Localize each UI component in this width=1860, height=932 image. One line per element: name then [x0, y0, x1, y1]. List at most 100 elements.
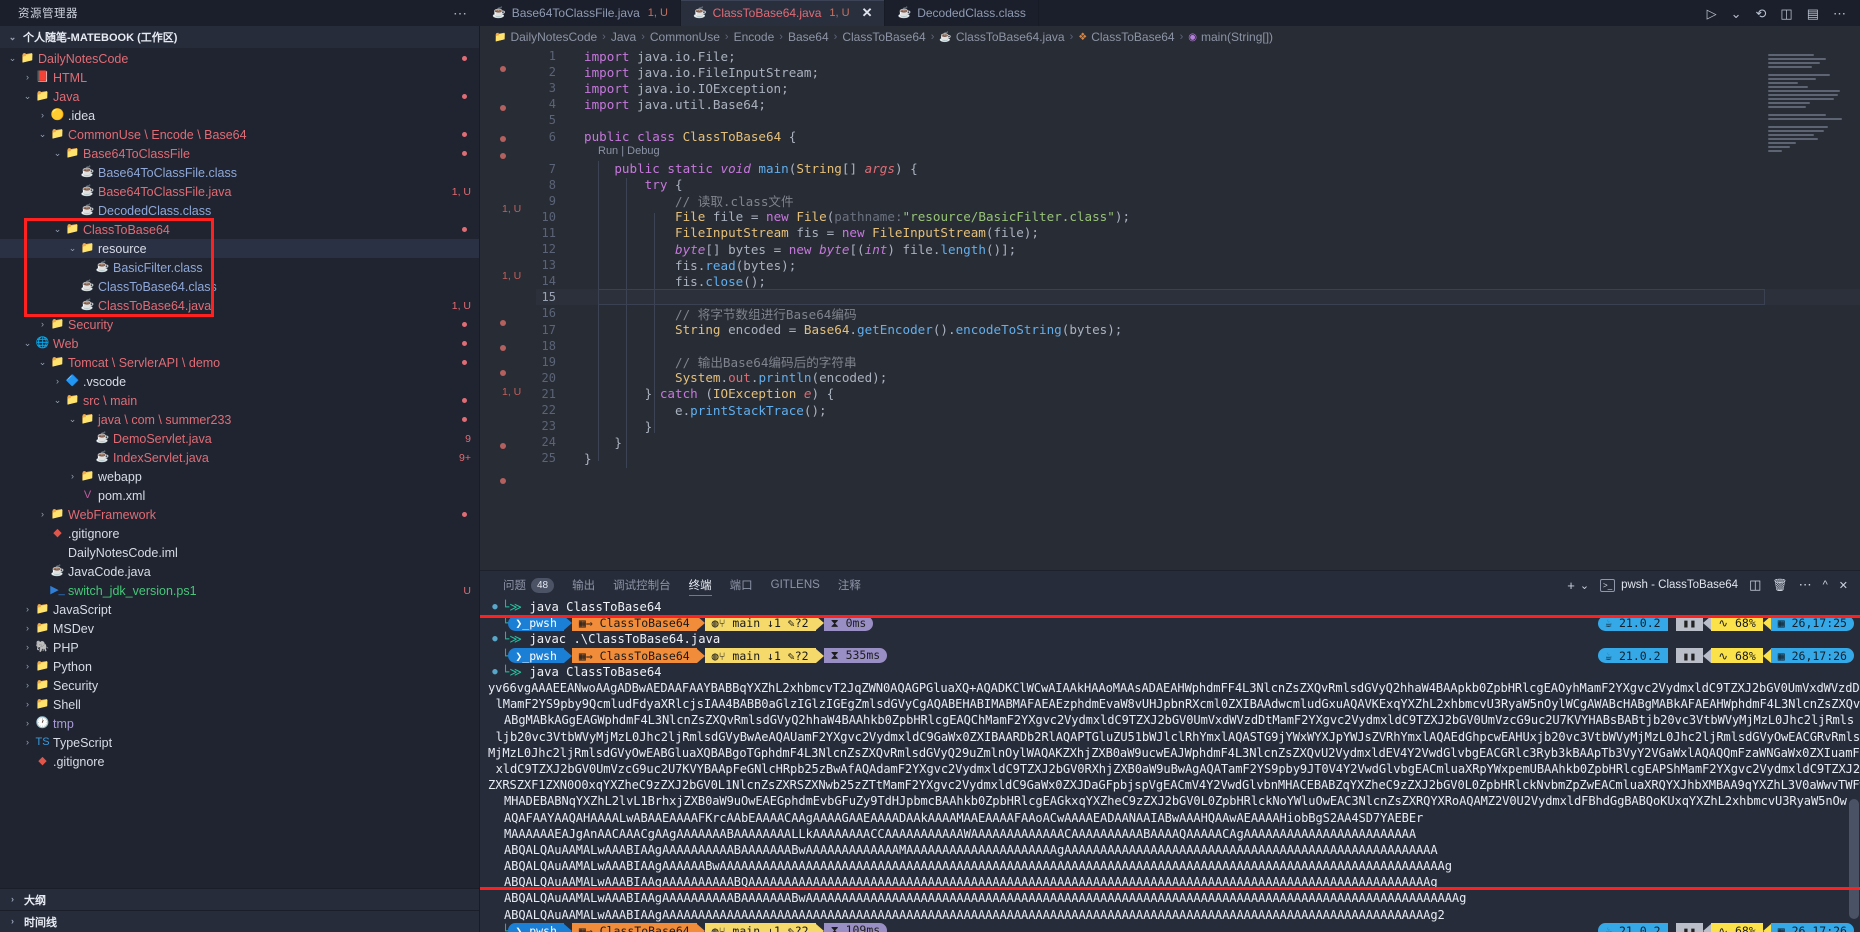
tree-item[interactable]: Vpom.xml	[0, 486, 479, 505]
chevron-down-icon[interactable]: ⌄	[51, 396, 64, 405]
tree-item[interactable]: › 🟡 .idea	[0, 106, 479, 125]
tree-item[interactable]: ☕ ClassToBase64.class	[0, 277, 479, 296]
tree-item[interactable]: ☕ Base64ToClassFile.java 1, U	[0, 182, 479, 201]
tree-item[interactable]: DailyNotesCode.iml	[0, 543, 479, 562]
chevron-right-icon[interactable]: ›	[36, 111, 49, 120]
chevron-right-icon[interactable]: ›	[21, 681, 34, 690]
code-line[interactable]: 16 // 将字节数组进行Base64编码	[536, 305, 1860, 322]
chevron-down-icon[interactable]: ⌄	[36, 358, 49, 367]
code-line[interactable]: 12 byte[] bytes = new byte[(int) file.le…	[536, 241, 1860, 257]
code-line[interactable]: 4 import java.util.Base64;	[536, 96, 1860, 112]
tree-item[interactable]: ◆ .gitignore	[0, 524, 479, 543]
breadcrumb-item[interactable]: Java	[611, 30, 636, 44]
run-icon[interactable]: ▷	[1707, 7, 1717, 20]
breadcrumb-item[interactable]: Base64	[788, 30, 829, 44]
panel-close-icon[interactable]: ✕	[1839, 579, 1848, 592]
tree-item[interactable]: ☕ BasicFilter.class	[0, 258, 479, 277]
tree-item[interactable]: › 📕 HTML	[0, 68, 479, 87]
panel-collapse-icon[interactable]: ^	[1823, 579, 1828, 591]
tree-item[interactable]: › 📁 Shell	[0, 695, 479, 714]
chevron-down-icon[interactable]: ⌄	[66, 244, 79, 253]
chevron-down-icon[interactable]: ⌄	[21, 92, 34, 101]
code-content[interactable]: 1 import java.io.File; 2 import java.io.Fil…	[536, 48, 1860, 570]
tree-item[interactable]: ⌄ 📁 java \ com \ summer233	[0, 410, 479, 429]
code-line[interactable]: 10 File file = new File(pathname:"resour…	[536, 209, 1860, 225]
kill-terminal-icon[interactable]: 🗑	[1772, 578, 1787, 592]
chevron-right-icon[interactable]: ›	[21, 605, 34, 614]
split-terminal-icon[interactable]: ◫	[1749, 577, 1761, 593]
tree-item[interactable]: ☕ DemoServlet.java 9	[0, 429, 479, 448]
tree-item[interactable]: › 📁 Python	[0, 657, 479, 676]
code-line[interactable]: 20 System.out.println(encoded);	[536, 370, 1860, 386]
chevron-right-icon[interactable]: ›	[21, 662, 34, 671]
ellipsis-icon[interactable]: ⋯	[453, 6, 468, 20]
code-line[interactable]: 21 } catch (IOException e) {	[536, 386, 1860, 402]
terminal-scrollbar[interactable]	[1849, 799, 1859, 919]
breadcrumb-item[interactable]: ClassToBase64	[842, 30, 925, 44]
chevron-right-icon[interactable]: ›	[21, 738, 34, 747]
breadcrumb-item[interactable]: ◉ main(String[])	[1188, 30, 1273, 44]
chevron-right-icon[interactable]: ›	[21, 719, 34, 728]
active-terminal-chip[interactable]: >_ pwsh - ClassToBase64	[1600, 578, 1738, 592]
tree-item[interactable]: › 🕐 tmp	[0, 714, 479, 733]
tree-item[interactable]: › 📁 Security	[0, 315, 479, 334]
panel-tab[interactable]: 调试控制台	[604, 571, 680, 599]
chevron-down-icon[interactable]: ⌄	[21, 339, 34, 348]
chevron-down-icon[interactable]: ⌄	[1731, 7, 1742, 20]
history-icon[interactable]: ⟲	[1756, 7, 1767, 20]
terminal-view[interactable]: ● └≫ java ClassToBase64 └ ❯_pwsh ▦⇒ ClassToB…	[480, 599, 1860, 932]
editor-tab[interactable]: ☕ Base64ToClassFile.java 1, U	[480, 0, 681, 26]
code-line[interactable]: 5	[536, 112, 1860, 128]
tree-item[interactable]: ⌄ 📁 DailyNotesCode	[0, 49, 479, 68]
add-terminal-icon[interactable]: +	[1567, 578, 1575, 593]
chevron-down-icon[interactable]: ⌄	[51, 149, 64, 158]
breadcrumb-item[interactable]: Encode	[734, 30, 775, 44]
tree-item[interactable]: ☕ IndexServlet.java 9+	[0, 448, 479, 467]
editor-tab[interactable]: ☕ DecodedClass.class	[885, 0, 1039, 26]
tree-item[interactable]: ⌄ 📁 src \ main	[0, 391, 479, 410]
breadcrumb-item[interactable]: 📁 DailyNotesCode	[494, 30, 597, 44]
tree-item[interactable]: ⌄ 📁 Java	[0, 87, 479, 106]
tree-item[interactable]: › 🔷 .vscode	[0, 372, 479, 391]
panel-tab[interactable]: 问题 48	[494, 571, 563, 599]
chevron-right-icon[interactable]: ›	[21, 700, 34, 709]
layout-icon[interactable]: ▤	[1807, 7, 1819, 20]
tree-item[interactable]: › TS TypeScript	[0, 733, 479, 752]
editor-tab[interactable]: ☕ ClassToBase64.java 1, U ✕	[680, 0, 886, 26]
code-line[interactable]: 6 public class ClassToBase64 {	[536, 128, 1860, 144]
tree-item[interactable]: ☕ Base64ToClassFile.class	[0, 163, 479, 182]
breadcrumb-item[interactable]: ❖ ClassToBase64	[1078, 30, 1174, 44]
tree-item[interactable]: ⌄ 📁 CommonUse \ Encode \ Base64	[0, 125, 479, 144]
split-editor-icon[interactable]: ◫	[1780, 7, 1792, 20]
file-tree[interactable]: ⌄ 📁 DailyNotesCode › 📕 HTML ⌄ 📁 Java › 🟡 .idea ⌄ 📁 Com…	[0, 48, 479, 888]
code-line[interactable]: 13 fis.read(bytes);	[536, 257, 1860, 273]
code-lens[interactable]: Run | Debug	[536, 145, 1860, 161]
code-line[interactable]: 11 FileInputStream fis = new FileInputSt…	[536, 225, 1860, 241]
terminal-dropdown-icon[interactable]: ⌄	[1580, 579, 1589, 592]
breadcrumb-item[interactable]: ☕ ClassToBase64.java	[939, 30, 1064, 44]
code-editor[interactable]: 1, U 1, U 1, U 1 import java.io.File; 2 impor…	[480, 48, 1860, 570]
chevron-right-icon[interactable]: ›	[51, 377, 64, 386]
panel-tab[interactable]: 输出	[563, 571, 604, 599]
chevron-down-icon[interactable]: ⌄	[6, 54, 19, 63]
tree-item[interactable]: ▶_ switch_jdk_version.ps1 U	[0, 581, 479, 600]
tree-item[interactable]: › 📁 MSDev	[0, 619, 479, 638]
tree-item[interactable]: › 📁 JavaScript	[0, 600, 479, 619]
code-line[interactable]: 19 // 输出Base64编码后的字符串	[536, 354, 1860, 371]
chevron-right-icon[interactable]: ›	[36, 320, 49, 329]
chevron-down-icon[interactable]: ⌄	[51, 225, 64, 234]
code-line[interactable]: 24 }	[536, 434, 1860, 450]
chevron-down-icon[interactable]: ⌄	[66, 415, 79, 424]
code-line[interactable]: 17 String encoded = Base64.getEncoder().…	[536, 322, 1860, 338]
code-line[interactable]: 23 }	[536, 418, 1860, 434]
tree-item[interactable]: › 📁 webapp	[0, 467, 479, 486]
chevron-right-icon[interactable]: ›	[21, 73, 34, 82]
tree-item[interactable]: ⌄ 🌐 Web	[0, 334, 479, 353]
code-line[interactable]: 25}	[536, 450, 1860, 466]
sidebar-section-outline[interactable]: › 大纲	[0, 888, 479, 910]
workspace-header[interactable]: ⌄ 个人随笔-MATEBOOK (工作区)	[0, 26, 479, 48]
code-line[interactable]: 3 import java.io.IOException;	[536, 80, 1860, 96]
code-line[interactable]: 14 fis.close();	[536, 273, 1860, 289]
tree-item[interactable]: ☕ JavaCode.java	[0, 562, 479, 581]
tree-item[interactable]: › 📁 Security	[0, 676, 479, 695]
